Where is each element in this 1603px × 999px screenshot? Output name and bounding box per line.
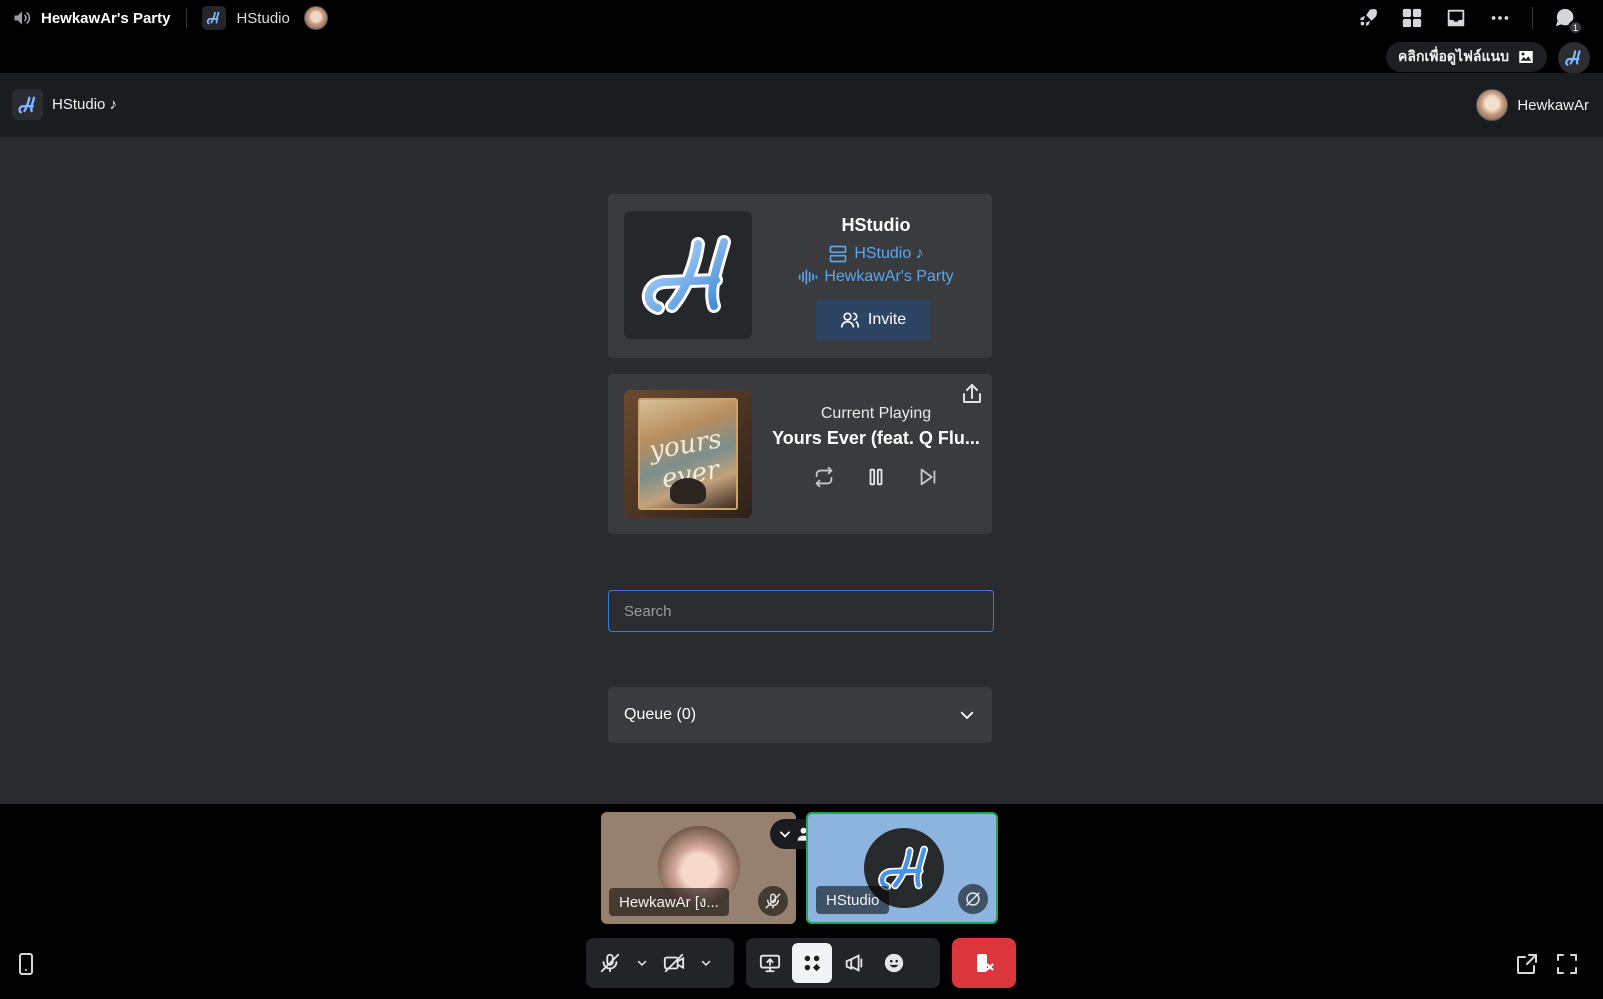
camera-toggle-button[interactable] (656, 943, 692, 983)
album-cover: yours ever (624, 390, 752, 518)
chevron-down-icon[interactable] (632, 943, 652, 983)
participant-tile[interactable]: HStudio (806, 812, 998, 924)
screen-share-button[interactable] (752, 943, 788, 983)
server-icon (828, 244, 848, 264)
activity-rocket-icon[interactable] (1356, 6, 1380, 30)
more-icon[interactable] (1488, 6, 1512, 30)
call-panel: HewkawAr [ง... HStudio (0, 804, 1603, 999)
user-name: HewkawAr (1517, 96, 1589, 114)
participant-name: HewkawAr [ง... (609, 888, 729, 916)
disconnect-button[interactable] (952, 938, 1016, 988)
invite-button[interactable]: Invite (816, 300, 930, 340)
repeat-icon[interactable] (813, 466, 835, 488)
invite-label: Invite (867, 311, 907, 328)
gallery-label: คลิกเพื่อดูไฟล์แนบ (1398, 48, 1509, 64)
current-playing-label: Current Playing (820, 405, 932, 422)
inbox-icon[interactable] (1444, 6, 1468, 30)
skip-next-icon[interactable] (917, 466, 939, 488)
activity-name[interactable]: HStudio (236, 10, 289, 27)
track-title: Yours Ever (feat. Q Flu... (772, 428, 980, 448)
chevron-down-icon (958, 706, 976, 724)
now-playing-card: yours ever Current Playing Yours Ever (f… (608, 374, 992, 534)
queue-toggle[interactable]: Queue (0) (608, 687, 992, 743)
app-logo-icon[interactable] (1558, 42, 1590, 74)
app-header: HStudio ♪ HewkawAr (0, 73, 1603, 137)
image-icon (1517, 48, 1535, 66)
hstudio-logo-icon (12, 89, 43, 120)
queue-label: Queue (0) (624, 706, 697, 723)
threads-icon[interactable]: 1 (1553, 6, 1583, 35)
top-bar: HewkawAr's Party HStudio 1 คลิกเพื่อดูไฟ… (0, 0, 1603, 74)
current-user[interactable]: HewkawAr (1476, 89, 1589, 121)
call-actions (746, 938, 940, 988)
chevron-down-icon (778, 827, 792, 841)
voice-channel-link[interactable]: HewkawAr's Party (760, 268, 992, 286)
voice-channel-label: HewkawAr's Party (824, 268, 954, 285)
audio-wave-icon (798, 268, 818, 286)
server-link[interactable]: HStudio ♪ (760, 244, 992, 264)
voice-channel-name[interactable]: HewkawAr's Party (41, 10, 170, 27)
user-avatar[interactable] (303, 6, 328, 30)
popout-icon[interactable] (1515, 952, 1539, 976)
search-input[interactable] (608, 590, 994, 632)
server-card: HStudio HStudio ♪ HewkawAr's Party Invit… (608, 194, 992, 358)
soundboard-button[interactable] (836, 943, 872, 983)
video-off-icon (958, 884, 988, 914)
mobile-popout-icon[interactable] (14, 952, 38, 976)
grid-icon[interactable] (1400, 6, 1424, 30)
participant-tile[interactable]: HewkawAr [ง... (601, 812, 796, 924)
notification-badge: 1 (1568, 20, 1583, 35)
audio-video-controls (586, 938, 734, 988)
share-icon[interactable] (960, 382, 984, 406)
emoji-icon[interactable] (876, 943, 912, 983)
app-title: HStudio ♪ (52, 96, 118, 113)
pause-icon[interactable] (865, 466, 887, 488)
divider (186, 8, 188, 28)
participant-name: HStudio (816, 886, 890, 914)
mic-toggle-button[interactable] (592, 943, 628, 983)
activities-button[interactable] (792, 943, 832, 983)
chevron-down-icon[interactable] (696, 943, 716, 983)
avatar (1476, 89, 1509, 121)
player-controls (760, 466, 992, 488)
users-icon (840, 310, 860, 330)
server-link-label: HStudio ♪ (854, 245, 924, 262)
mic-muted-icon (758, 886, 788, 916)
divider (1532, 7, 1533, 29)
window-controls (1515, 952, 1579, 976)
fullscreen-icon[interactable] (1555, 952, 1579, 976)
attachment-gallery-button[interactable]: คลิกเพื่อดูไฟล์แนบ (1386, 42, 1547, 72)
speaker-icon (12, 8, 32, 28)
app-logo-icon[interactable] (202, 6, 227, 30)
server-logo (624, 211, 752, 339)
server-name: HStudio (841, 215, 911, 235)
main-content: HStudio HStudio ♪ HewkawAr's Party Invit… (0, 137, 1603, 804)
